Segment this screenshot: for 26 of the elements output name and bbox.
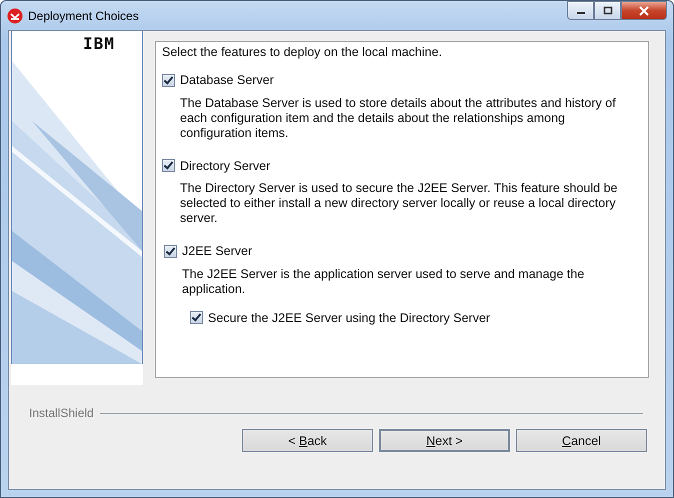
checkbox-label: J2EE Server (182, 244, 252, 258)
minimize-button[interactable] (567, 1, 594, 20)
dialog-button[interactable]: Next > (379, 429, 510, 452)
dialog-button[interactable]: < Back (242, 429, 373, 452)
dialog-button[interactable]: Cancel (516, 429, 647, 452)
app-icon (7, 8, 23, 24)
checkbox-icon[interactable] (162, 159, 175, 172)
feature-description: The Database Server is used to store details about the attributes and history of each configuration item and the details about the relationships among configuration items. (180, 96, 617, 140)
maximize-button[interactable] (594, 1, 621, 20)
logo: IBM (83, 34, 115, 53)
maximize-icon (602, 6, 612, 15)
checkbox-icon[interactable] (164, 244, 177, 258)
feature-checkbox[interactable]: Directory Server (162, 158, 270, 172)
close-button[interactable] (621, 1, 667, 20)
feature-checkbox[interactable]: J2EE Server (164, 244, 252, 258)
feature-description: The Directory Server is used to secure the J2EE Server. This feature should be selected to either install a new directory server locally or reuse a local directory server. (180, 181, 618, 226)
feature-description: The J2EE Server is the application server used to serve and manage the application. (182, 266, 586, 296)
window-title: Deployment Choices (28, 8, 139, 22)
checkbox-label: Database Server (180, 73, 274, 87)
close-icon (638, 6, 650, 16)
checkbox-icon[interactable] (162, 74, 175, 86)
checkbox-icon[interactable] (190, 311, 203, 324)
intro-text: Select the features to deploy on the local machine. (162, 45, 444, 59)
checkbox-label: Directory Server (180, 158, 270, 172)
feature-checkbox[interactable]: Database Server (162, 73, 274, 87)
brand-label: InstallShield (29, 406, 94, 420)
